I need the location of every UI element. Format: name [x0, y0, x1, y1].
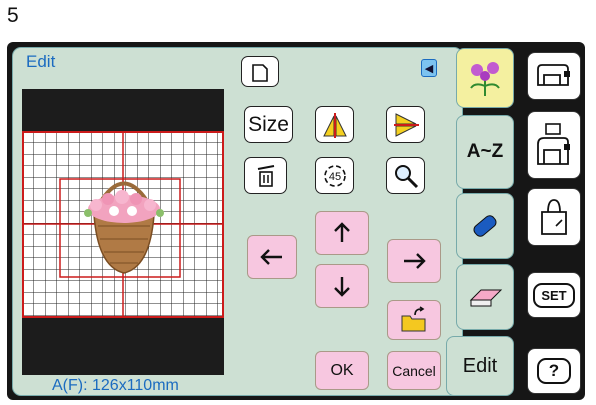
rotate-button[interactable]: 45	[315, 157, 354, 194]
tab-eraser[interactable]	[456, 264, 514, 330]
arrow-right-icon	[404, 253, 426, 269]
eraser-tool-icon	[473, 215, 497, 237]
flower-icon	[470, 62, 500, 96]
trash-icon	[257, 164, 274, 187]
cancel-button[interactable]: Cancel	[387, 351, 441, 390]
move-up-button[interactable]	[315, 211, 369, 255]
open-folder-button[interactable]	[387, 300, 441, 340]
rotate-degree-label: 45	[328, 171, 340, 183]
magnifier-icon	[394, 164, 418, 188]
size-button[interactable]: Size	[244, 106, 293, 143]
move-right-button[interactable]	[387, 239, 441, 283]
mirror-vertical-button[interactable]	[386, 106, 425, 143]
embroidery-machine-icon	[537, 123, 570, 165]
embroidery-mode-button[interactable]	[527, 111, 581, 179]
rotate-icon: 45	[323, 164, 346, 187]
move-left-button[interactable]	[247, 235, 297, 279]
move-down-button[interactable]	[315, 264, 369, 308]
help-label: ?	[536, 358, 572, 384]
pattern-canvas	[22, 131, 224, 318]
bag-button[interactable]	[527, 188, 581, 246]
set-label: SET	[533, 282, 575, 308]
sound-icon[interactable]: ◀	[421, 59, 437, 77]
mirror-horizontal-icon	[322, 112, 347, 138]
sewing-mode-button[interactable]	[527, 52, 581, 100]
grid-svg	[22, 131, 224, 318]
arrow-left-icon	[260, 249, 282, 265]
page-icon	[252, 63, 268, 82]
bag-icon	[541, 199, 567, 235]
arrow-down-icon	[334, 277, 350, 297]
settings-button[interactable]: SET	[527, 272, 581, 318]
tab-edit-tools[interactable]	[456, 193, 514, 259]
zoom-button[interactable]	[386, 157, 425, 194]
eraser-icon	[469, 289, 503, 307]
ok-button[interactable]: OK	[315, 351, 369, 390]
mirror-horizontal-button[interactable]	[315, 106, 354, 143]
pattern-size-readout: A(F): 126x110mm	[52, 377, 179, 394]
new-file-button[interactable]	[241, 56, 279, 87]
sewing-machine-icon	[537, 64, 570, 86]
tab-embroidery-patterns[interactable]	[456, 48, 514, 108]
tab-letters[interactable]: A~Z	[456, 115, 514, 189]
mirror-vertical-icon	[393, 112, 419, 137]
help-button[interactable]: ?	[527, 348, 581, 394]
screen-title: Edit	[26, 52, 56, 71]
delete-button[interactable]	[244, 157, 287, 194]
page-number: 5	[7, 4, 19, 27]
arrow-up-icon	[334, 222, 350, 242]
folder-icon	[401, 306, 426, 332]
tab-edit[interactable]: Edit	[446, 336, 514, 396]
